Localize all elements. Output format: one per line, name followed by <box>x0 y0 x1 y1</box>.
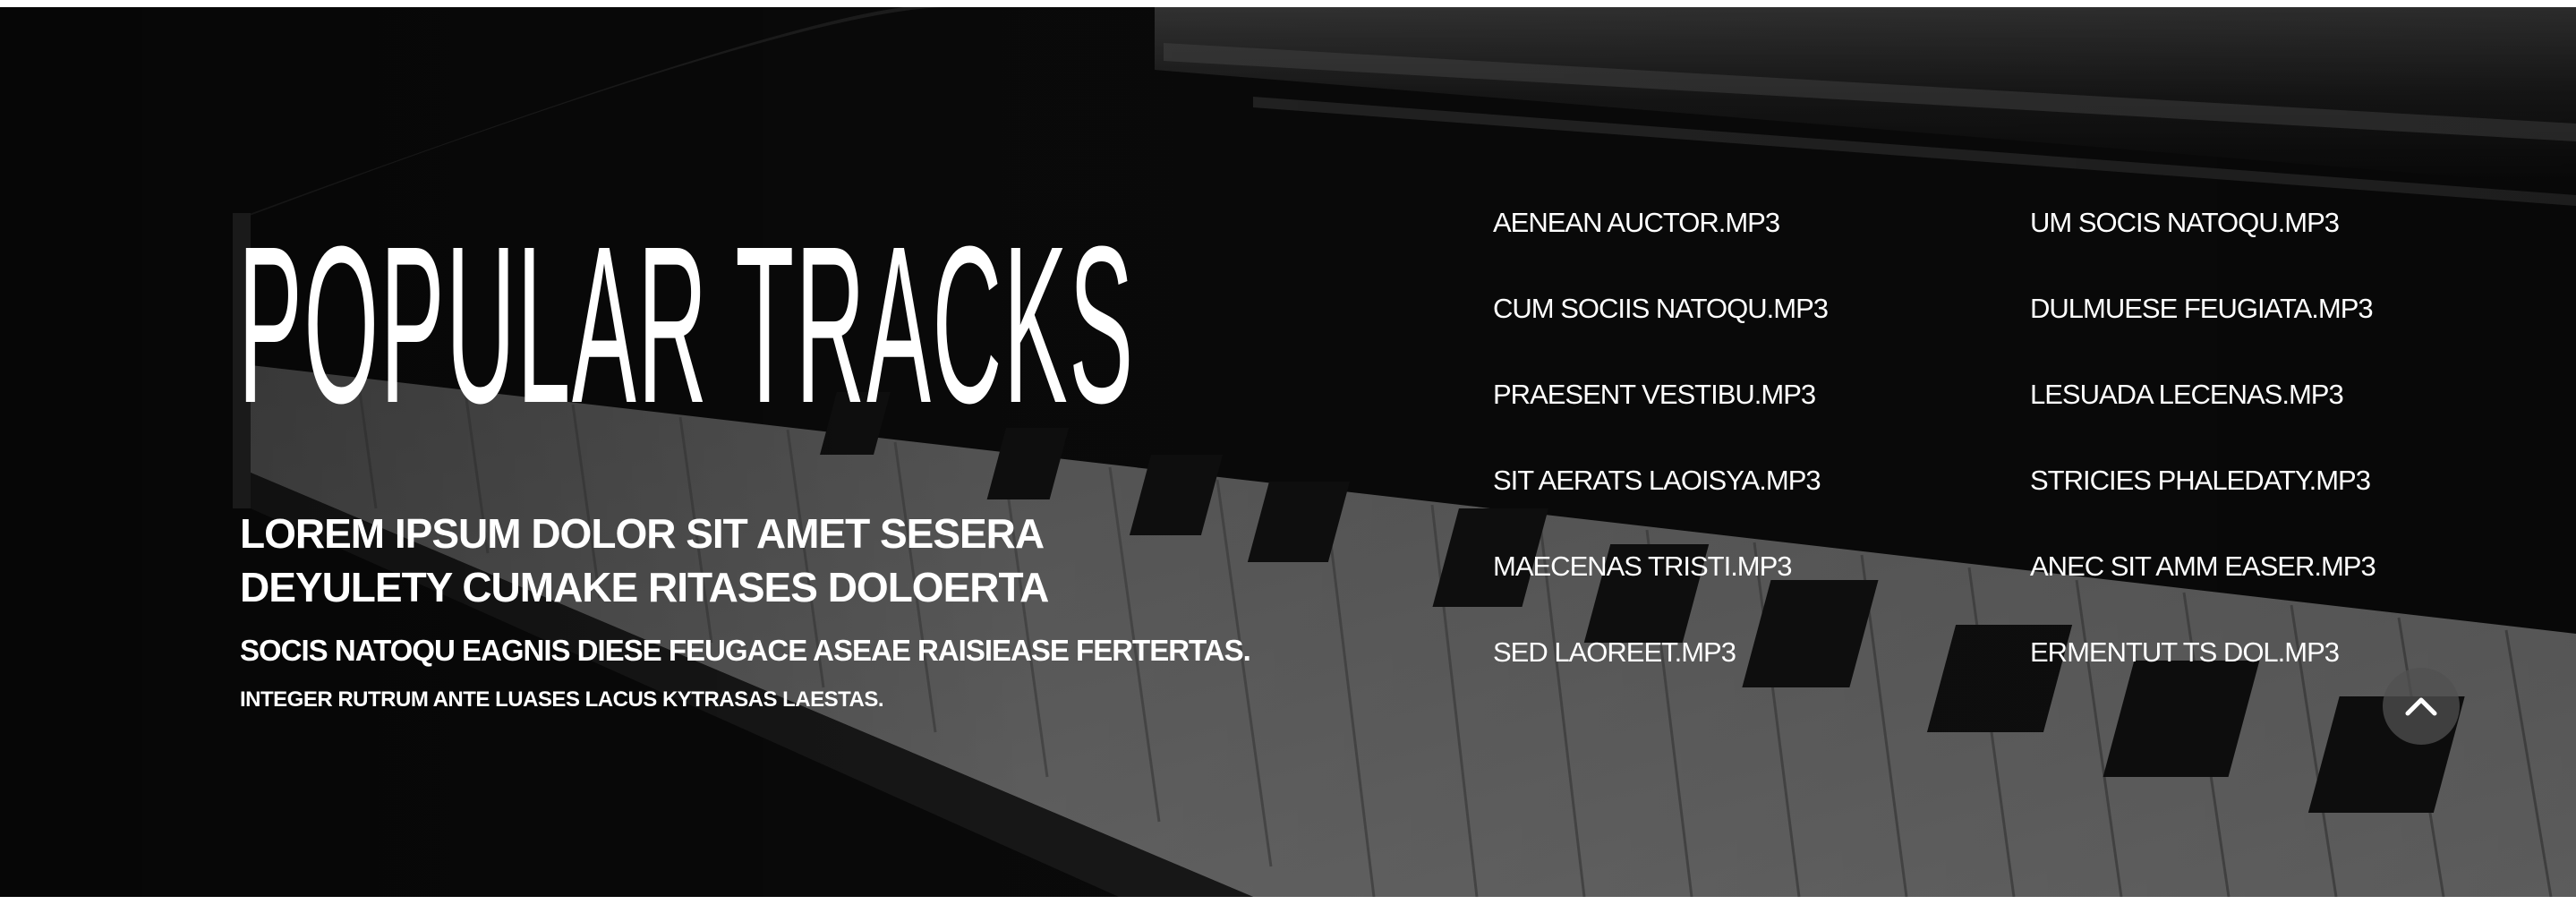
track-link[interactable]: STRICIES PHALEDATY.MP3 <box>2030 458 2371 544</box>
section-title: POPULAR TRACKS <box>238 200 1135 449</box>
track-link[interactable]: ERMENTUT TS DOL.MP3 <box>2030 630 2340 716</box>
track-link[interactable]: PRAESENT VESTIBU.MP3 <box>1493 372 2030 458</box>
track-link[interactable]: SED LAOREET.MP3 <box>1493 630 2030 716</box>
sub-text-1: SOCIS NATOQU EAGNIS DIESE FEUGACE ASEAE … <box>240 634 1251 667</box>
track-link[interactable]: UM SOCIS NATOQU.MP3 <box>2030 201 2340 286</box>
chevron-up-icon <box>2405 697 2437 716</box>
track-link[interactable]: AENEAN AUCTOR.MP3 <box>1493 201 2030 286</box>
track-list: AENEAN AUCTOR.MP3 UM SOCIS NATOQU.MP3 CU… <box>1493 201 2376 716</box>
track-link[interactable]: SIT AERATS LAOISYA.MP3 <box>1493 458 2030 544</box>
lead-text: LOREM IPSUM DOLOR SIT AMET SESERA DEYULE… <box>240 510 1049 610</box>
track-link[interactable]: CUM SOCIIS NATOQU.MP3 <box>1493 286 2030 372</box>
sub-text-2: INTEGER RUTRUM ANTE LUASES LACUS KYTRASA… <box>240 687 884 712</box>
popular-tracks-section: POPULAR TRACKS LOREM IPSUM DOLOR SIT AME… <box>0 7 2576 897</box>
track-link[interactable]: LESUADA LECENAS.MP3 <box>2030 372 2344 458</box>
track-link[interactable]: DULMUESE FEUGIATA.MP3 <box>2030 286 2374 372</box>
track-link[interactable]: ANEC SIT AMM EASER.MP3 <box>2030 544 2376 630</box>
scroll-to-top-button[interactable] <box>2383 668 2460 745</box>
track-link[interactable]: MAECENAS TRISTI.MP3 <box>1493 544 2030 630</box>
